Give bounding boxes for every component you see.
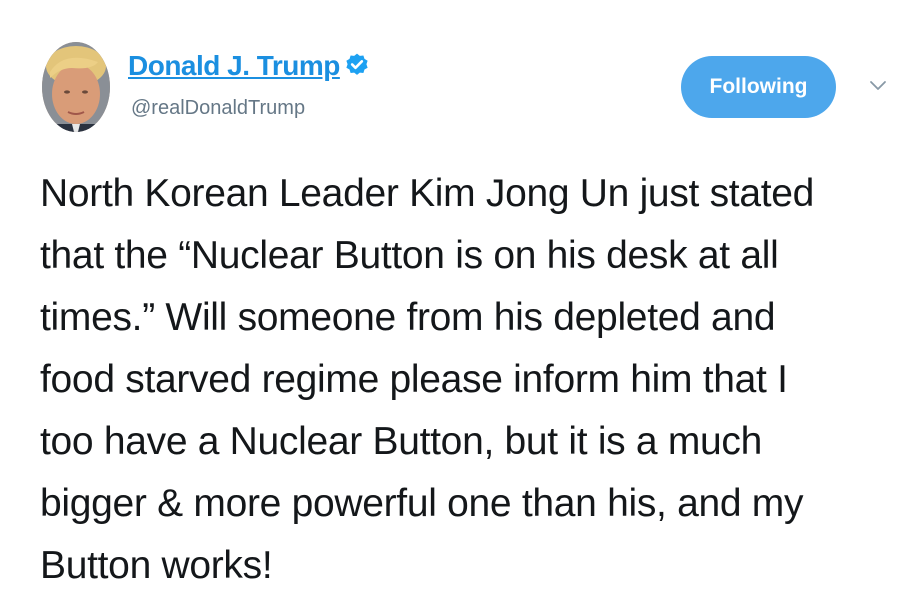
author-handle[interactable]: @realDonaldTrump bbox=[131, 97, 305, 120]
tweet-text-line: that the “Nuclear Button is on his desk … bbox=[40, 234, 779, 277]
tweet-card: Donald J. Trump @realDonaldTrump Followi… bbox=[0, 0, 900, 600]
tweet-text-line: Button works! bbox=[40, 544, 273, 587]
tweet-text-line: times.” Will someone from his depleted a… bbox=[40, 296, 776, 339]
verified-badge-icon bbox=[346, 53, 368, 75]
tweet-text-line: food starved regime please inform him th… bbox=[40, 358, 788, 401]
author-avatar[interactable] bbox=[42, 42, 110, 132]
chevron-down-icon bbox=[870, 81, 886, 90]
following-button[interactable]: Following bbox=[681, 56, 836, 118]
tweet-text-line: too have a Nuclear Button, but it is a m… bbox=[40, 420, 763, 463]
tweet-menu-button[interactable] bbox=[864, 74, 892, 98]
author-name-link[interactable]: Donald J. Trump bbox=[128, 50, 340, 82]
tweet-text-line: North Korean Leader Kim Jong Un just sta… bbox=[40, 172, 815, 215]
tweet-text-line: bigger & more powerful one than his, and… bbox=[40, 482, 804, 525]
avatar-image bbox=[42, 42, 110, 132]
tweet-text: North Korean Leader Kim Jong Un just sta… bbox=[40, 163, 900, 597]
